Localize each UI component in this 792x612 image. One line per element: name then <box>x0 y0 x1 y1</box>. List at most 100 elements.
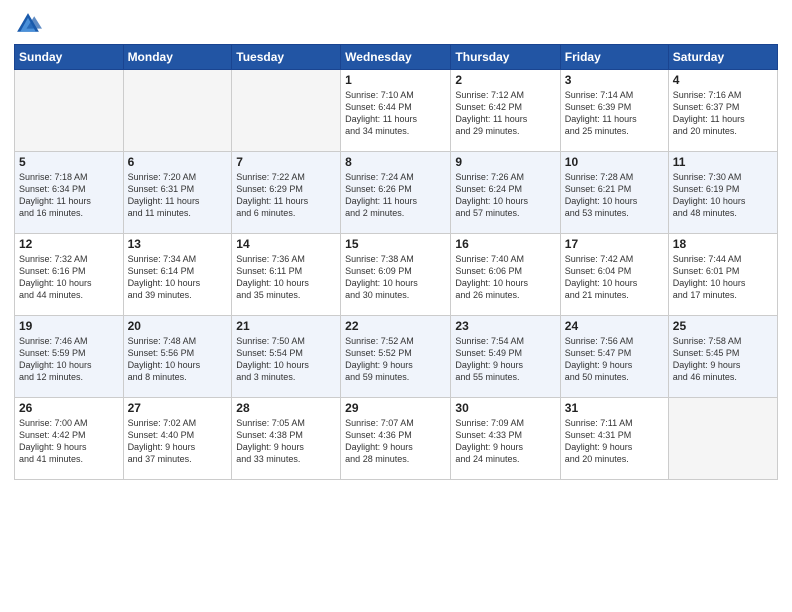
calendar-cell: 3Sunrise: 7:14 AM Sunset: 6:39 PM Daylig… <box>560 70 668 152</box>
day-info: Sunrise: 7:26 AM Sunset: 6:24 PM Dayligh… <box>455 171 555 220</box>
calendar-cell: 16 Sunrise: 7:40 AM Sunset: 6:06 PM Dayli… <box>451 234 560 316</box>
calendar-cell: 9 Sunrise: 7:26 AM Sunset: 6:24 PM Daylig… <box>451 152 560 234</box>
calendar-cell: 12 Sunrise: 7:32 AM Sunset: 6:16 PM Dayli… <box>15 234 124 316</box>
day-info: Sunrise: 7:58 AM Sunset: 5:45 PM Dayligh… <box>673 335 773 384</box>
day-number: 29 <box>345 401 446 415</box>
day-info: Sunrise: 7:09 AM Sunset: 4:33 PM Dayligh… <box>455 417 555 466</box>
day-info: Sunrise: 7:34 AM Sunset: 6:14 PM Dayligh… <box>128 253 228 302</box>
day-number: 25 <box>673 319 773 333</box>
day-info: Sunrise: 7:11 AM Sunset: 4:31 PM Dayligh… <box>565 417 664 466</box>
day-number: 8 <box>345 155 446 169</box>
day-number: 1 <box>345 73 446 87</box>
calendar-cell: 23 Sunrise: 7:54 AM Sunset: 5:49 PM Dayli… <box>451 316 560 398</box>
day-number: 24 <box>565 319 664 333</box>
calendar-cell: 14 Sunrise: 7:36 AM Sunset: 6:11 PM Dayli… <box>232 234 341 316</box>
day-number: 17 <box>565 237 664 251</box>
week-row-1: 1 Sunrise: 7:10 AM Sunset: 6:44 PM Daylig… <box>15 70 778 152</box>
day-info: Sunrise: 7:12 AM Sunset: 6:42 PM Dayligh… <box>455 89 555 138</box>
calendar-cell: 31 Sunrise: 7:11 AM Sunset: 4:31 PM Dayli… <box>560 398 668 480</box>
weekday-header-monday: Monday <box>123 45 232 70</box>
day-info: Sunrise: 7:44 AM Sunset: 6:01 PM Dayligh… <box>673 253 773 302</box>
weekday-header-sunday: Sunday <box>15 45 124 70</box>
day-number: 30 <box>455 401 555 415</box>
calendar-cell: 11 Sunrise: 7:30 AM Sunset: 6:19 PM Dayli… <box>668 152 777 234</box>
calendar-cell: 4 Sunrise: 7:16 AM Sunset: 6:37 PM Daylig… <box>668 70 777 152</box>
day-number: 22 <box>345 319 446 333</box>
day-info: Sunrise: 7:52 AM Sunset: 5:52 PM Dayligh… <box>345 335 446 384</box>
calendar-cell: 15 Sunrise: 7:38 AM Sunset: 6:09 PM Dayli… <box>341 234 451 316</box>
calendar-cell: 10 Sunrise: 7:28 AM Sunset: 6:21 PM Dayli… <box>560 152 668 234</box>
calendar-cell: 6Sunrise: 7:20 AM Sunset: 6:31 PM Daylig… <box>123 152 232 234</box>
calendar-cell: 1 Sunrise: 7:10 AM Sunset: 6:44 PM Daylig… <box>341 70 451 152</box>
day-info: Sunrise: 7:28 AM Sunset: 6:21 PM Dayligh… <box>565 171 664 220</box>
day-info: Sunrise: 7:36 AM Sunset: 6:11 PM Dayligh… <box>236 253 336 302</box>
weekday-header-saturday: Saturday <box>668 45 777 70</box>
day-number: 11 <box>673 155 773 169</box>
week-row-5: 26 Sunrise: 7:00 AM Sunset: 4:42 PM Dayli… <box>15 398 778 480</box>
day-number: 5 <box>19 155 119 169</box>
day-number: 28 <box>236 401 336 415</box>
day-number: 15 <box>345 237 446 251</box>
weekday-header-tuesday: Tuesday <box>232 45 341 70</box>
day-info: Sunrise: 7:16 AM Sunset: 6:37 PM Dayligh… <box>673 89 773 138</box>
day-info: Sunrise: 7:40 AM Sunset: 6:06 PM Dayligh… <box>455 253 555 302</box>
calendar-cell: 21 Sunrise: 7:50 AM Sunset: 5:54 PM Dayli… <box>232 316 341 398</box>
day-number: 14 <box>236 237 336 251</box>
day-number: 23 <box>455 319 555 333</box>
day-number: 12 <box>19 237 119 251</box>
day-number: 13 <box>128 237 228 251</box>
day-info: Sunrise: 7:56 AM Sunset: 5:47 PM Dayligh… <box>565 335 664 384</box>
day-info: Sunrise: 7:50 AM Sunset: 5:54 PM Dayligh… <box>236 335 336 384</box>
day-info: Sunrise: 7:54 AM Sunset: 5:49 PM Dayligh… <box>455 335 555 384</box>
day-info: Sunrise: 7:38 AM Sunset: 6:09 PM Dayligh… <box>345 253 446 302</box>
calendar-cell: 17 Sunrise: 7:42 AM Sunset: 6:04 PM Dayli… <box>560 234 668 316</box>
day-info: Sunrise: 7:32 AM Sunset: 6:16 PM Dayligh… <box>19 253 119 302</box>
day-info: Sunrise: 7:24 AM Sunset: 6:26 PM Dayligh… <box>345 171 446 220</box>
day-number: 3 <box>565 73 664 87</box>
calendar-cell: 24 Sunrise: 7:56 AM Sunset: 5:47 PM Dayli… <box>560 316 668 398</box>
day-number: 18 <box>673 237 773 251</box>
week-row-2: 5Sunrise: 7:18 AM Sunset: 6:34 PM Daylig… <box>15 152 778 234</box>
day-number: 4 <box>673 73 773 87</box>
week-row-4: 19Sunrise: 7:46 AM Sunset: 5:59 PM Dayli… <box>15 316 778 398</box>
day-info: Sunrise: 7:10 AM Sunset: 6:44 PM Dayligh… <box>345 89 446 138</box>
day-info: Sunrise: 7:48 AM Sunset: 5:56 PM Dayligh… <box>128 335 228 384</box>
day-info: Sunrise: 7:46 AM Sunset: 5:59 PM Dayligh… <box>19 335 119 384</box>
calendar-cell: 20 Sunrise: 7:48 AM Sunset: 5:56 PM Dayli… <box>123 316 232 398</box>
logo <box>14 10 46 38</box>
calendar: SundayMondayTuesdayWednesdayThursdayFrid… <box>14 44 778 480</box>
day-number: 6 <box>128 155 228 169</box>
day-number: 10 <box>565 155 664 169</box>
day-number: 26 <box>19 401 119 415</box>
day-info: Sunrise: 7:00 AM Sunset: 4:42 PM Dayligh… <box>19 417 119 466</box>
calendar-cell: 27 Sunrise: 7:02 AM Sunset: 4:40 PM Dayli… <box>123 398 232 480</box>
week-row-3: 12 Sunrise: 7:32 AM Sunset: 6:16 PM Dayli… <box>15 234 778 316</box>
day-number: 2 <box>455 73 555 87</box>
day-number: 31 <box>565 401 664 415</box>
day-info: Sunrise: 7:02 AM Sunset: 4:40 PM Dayligh… <box>128 417 228 466</box>
day-number: 27 <box>128 401 228 415</box>
calendar-cell: 29Sunrise: 7:07 AM Sunset: 4:36 PM Dayli… <box>341 398 451 480</box>
day-number: 9 <box>455 155 555 169</box>
logo-icon <box>14 10 42 38</box>
weekday-header-row: SundayMondayTuesdayWednesdayThursdayFrid… <box>15 45 778 70</box>
weekday-header-thursday: Thursday <box>451 45 560 70</box>
day-number: 21 <box>236 319 336 333</box>
day-number: 16 <box>455 237 555 251</box>
day-info: Sunrise: 7:22 AM Sunset: 6:29 PM Dayligh… <box>236 171 336 220</box>
calendar-cell: 28Sunrise: 7:05 AM Sunset: 4:38 PM Dayli… <box>232 398 341 480</box>
calendar-cell: 8 Sunrise: 7:24 AM Sunset: 6:26 PM Daylig… <box>341 152 451 234</box>
page-container: SundayMondayTuesdayWednesdayThursdayFrid… <box>0 0 792 488</box>
day-info: Sunrise: 7:42 AM Sunset: 6:04 PM Dayligh… <box>565 253 664 302</box>
calendar-cell: 13 Sunrise: 7:34 AM Sunset: 6:14 PM Dayli… <box>123 234 232 316</box>
calendar-cell: 25 Sunrise: 7:58 AM Sunset: 5:45 PM Dayli… <box>668 316 777 398</box>
calendar-cell <box>232 70 341 152</box>
calendar-cell: 22 Sunrise: 7:52 AM Sunset: 5:52 PM Dayli… <box>341 316 451 398</box>
calendar-cell <box>668 398 777 480</box>
weekday-header-friday: Friday <box>560 45 668 70</box>
day-number: 20 <box>128 319 228 333</box>
day-info: Sunrise: 7:30 AM Sunset: 6:19 PM Dayligh… <box>673 171 773 220</box>
calendar-cell: 5Sunrise: 7:18 AM Sunset: 6:34 PM Daylig… <box>15 152 124 234</box>
calendar-cell: 2 Sunrise: 7:12 AM Sunset: 6:42 PM Daylig… <box>451 70 560 152</box>
calendar-cell: 7Sunrise: 7:22 AM Sunset: 6:29 PM Daylig… <box>232 152 341 234</box>
